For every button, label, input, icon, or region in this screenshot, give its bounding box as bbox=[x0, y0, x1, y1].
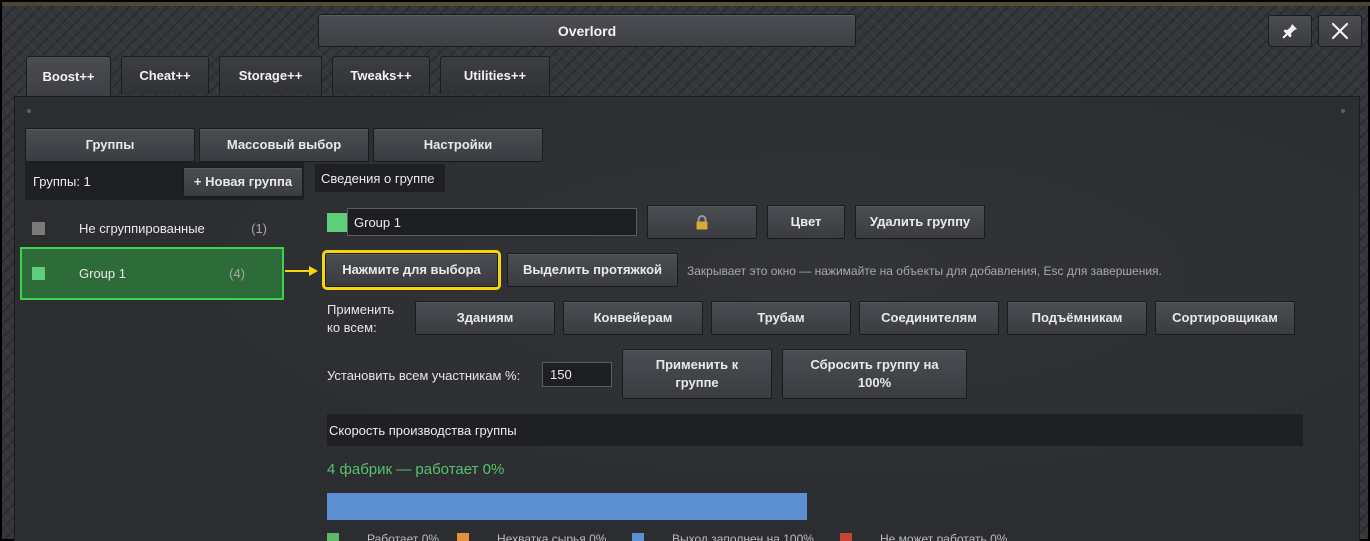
group-color-swatch bbox=[32, 221, 45, 235]
subnav-bulk-select-button[interactable]: Массовый выбор bbox=[199, 128, 369, 162]
legend-label: Работает 0% bbox=[367, 532, 440, 541]
lock-icon bbox=[696, 214, 708, 229]
legend-swatch bbox=[840, 533, 852, 541]
apply-all-label: Применить ко всем: bbox=[327, 302, 395, 335]
legend-item-cannot-work: Не может работать 0% bbox=[840, 532, 1007, 541]
tab-boost[interactable]: Boost++ bbox=[26, 56, 111, 96]
window-title-bar[interactable]: Overlord bbox=[318, 14, 856, 47]
factory-status-text: 4 фабрик — работает 0% bbox=[327, 461, 505, 478]
group-color-swatch bbox=[32, 267, 45, 280]
legend-item-working: Работает 0% bbox=[327, 532, 439, 541]
legend-swatch bbox=[457, 533, 469, 541]
legend-label: Нехватка сырья 0% bbox=[497, 532, 607, 541]
legend-item-output-full: Выход заполнен на 100% bbox=[632, 532, 814, 541]
group-details-title: Сведения о группе bbox=[315, 164, 445, 192]
production-speed-header: Скорость производства группы bbox=[327, 414, 1303, 446]
pct-input[interactable]: 150 bbox=[542, 362, 612, 387]
tab-cheat[interactable]: Cheat++ bbox=[121, 56, 209, 94]
new-group-button[interactable]: + Новая группа bbox=[183, 167, 303, 197]
arrow-pointer-icon bbox=[285, 266, 318, 276]
group-name: Не сгруппированные bbox=[79, 220, 205, 236]
top-strip bbox=[2, 2, 1370, 6]
apply-sorters-button[interactable]: Сортировщикам bbox=[1155, 301, 1295, 335]
groups-count-label: Группы: 1 bbox=[33, 174, 91, 189]
subnav-settings-button[interactable]: Настройки bbox=[373, 128, 543, 162]
close-icon bbox=[1331, 22, 1349, 40]
legend-label: Не может работать 0% bbox=[880, 532, 1008, 541]
group-item-ungrouped[interactable]: Не сгруппированные (1) bbox=[25, 205, 304, 251]
pick-hint-text: Закрывает это окно — нажимайте на объект… bbox=[687, 264, 1162, 278]
app-window: Overlord Boost++ Cheat++ Storage++ Tweak… bbox=[0, 0, 1370, 541]
pin-button[interactable] bbox=[1268, 15, 1312, 47]
subnav-groups-button[interactable]: Группы bbox=[25, 128, 195, 162]
pick-objects-button[interactable]: Нажмите для выбора bbox=[322, 250, 501, 290]
apply-to-group-button[interactable]: Применить к группе bbox=[622, 349, 772, 399]
window-title: Overlord bbox=[557, 22, 617, 39]
group-count: (4) bbox=[229, 266, 245, 281]
apply-buildings-button[interactable]: Зданиям bbox=[415, 301, 555, 335]
group-count: (1) bbox=[251, 220, 267, 236]
group-color-swatch-large[interactable] bbox=[327, 213, 347, 232]
pin-icon bbox=[1282, 24, 1297, 39]
tab-storage[interactable]: Storage++ bbox=[219, 56, 322, 94]
apply-connectors-button[interactable]: Соединителям bbox=[859, 301, 999, 335]
set-all-pct-label: Установить всем участникам %: bbox=[327, 368, 521, 383]
tab-tweaks[interactable]: Tweaks++ bbox=[332, 56, 430, 94]
lock-button[interactable] bbox=[647, 205, 757, 239]
reset-group-button[interactable]: Сбросить группу на 100% bbox=[782, 349, 967, 399]
legend-swatch bbox=[632, 533, 644, 541]
apply-lifts-button[interactable]: Подъёмникам bbox=[1007, 301, 1147, 335]
delete-group-button[interactable]: Удалить группу bbox=[855, 205, 985, 239]
main-tabs: Boost++ Cheat++ Storage++ Tweaks++ Utili… bbox=[26, 56, 560, 96]
production-bar bbox=[327, 493, 807, 520]
color-button[interactable]: Цвет bbox=[767, 205, 845, 239]
group-name: Group 1 bbox=[79, 266, 126, 281]
legend-label: Выход заполнен на 100% bbox=[672, 532, 814, 541]
close-button[interactable] bbox=[1318, 15, 1362, 47]
rivet bbox=[27, 109, 31, 113]
apply-conveyors-button[interactable]: Конвейерам bbox=[563, 301, 703, 335]
drag-select-button[interactable]: Выделить протяжкой bbox=[507, 253, 678, 287]
production-bar-fill bbox=[327, 493, 807, 520]
apply-pipes-button[interactable]: Трубам bbox=[711, 301, 851, 335]
legend-swatch bbox=[327, 533, 339, 541]
rivet bbox=[1341, 109, 1345, 113]
group-name-input[interactable]: Group 1 bbox=[347, 208, 637, 236]
tab-utilities[interactable]: Utilities++ bbox=[440, 56, 550, 94]
legend-item-no-input: Нехватка сырья 0% bbox=[457, 532, 606, 541]
group-item-group-1[interactable]: Group 1 (4) bbox=[20, 247, 284, 300]
